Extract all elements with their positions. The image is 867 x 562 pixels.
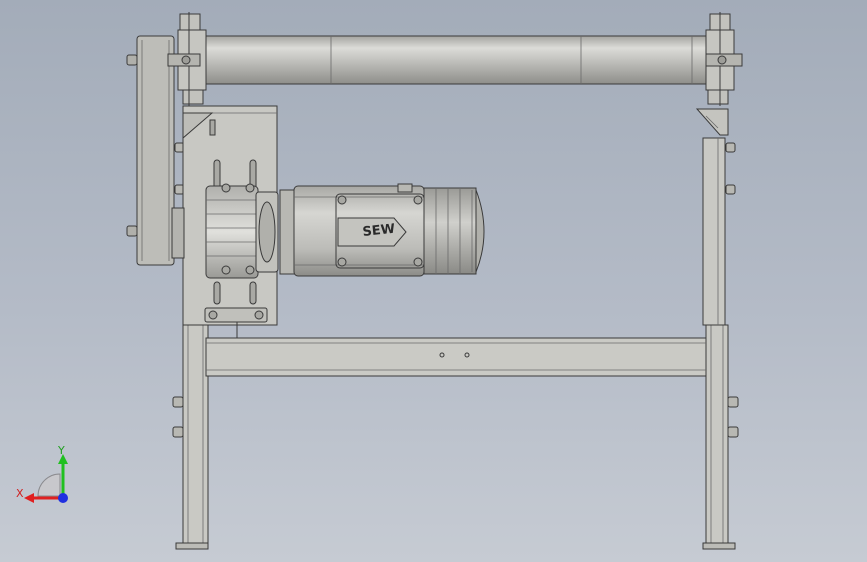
triad-plane	[37, 473, 61, 497]
right-frame-leg	[695, 108, 739, 550]
x-axis-label: X	[16, 487, 24, 500]
z-axis-dot	[58, 493, 68, 503]
y-axis-label: Y	[57, 444, 65, 457]
cad-viewport[interactable]: SEW Y X	[0, 0, 867, 562]
belt-guard	[126, 35, 175, 266]
cad-model-view[interactable]: SEW	[0, 0, 867, 562]
view-orientation-triad[interactable]: Y X	[14, 442, 76, 508]
cross-beam	[205, 337, 707, 377]
drive-roller	[167, 12, 743, 106]
